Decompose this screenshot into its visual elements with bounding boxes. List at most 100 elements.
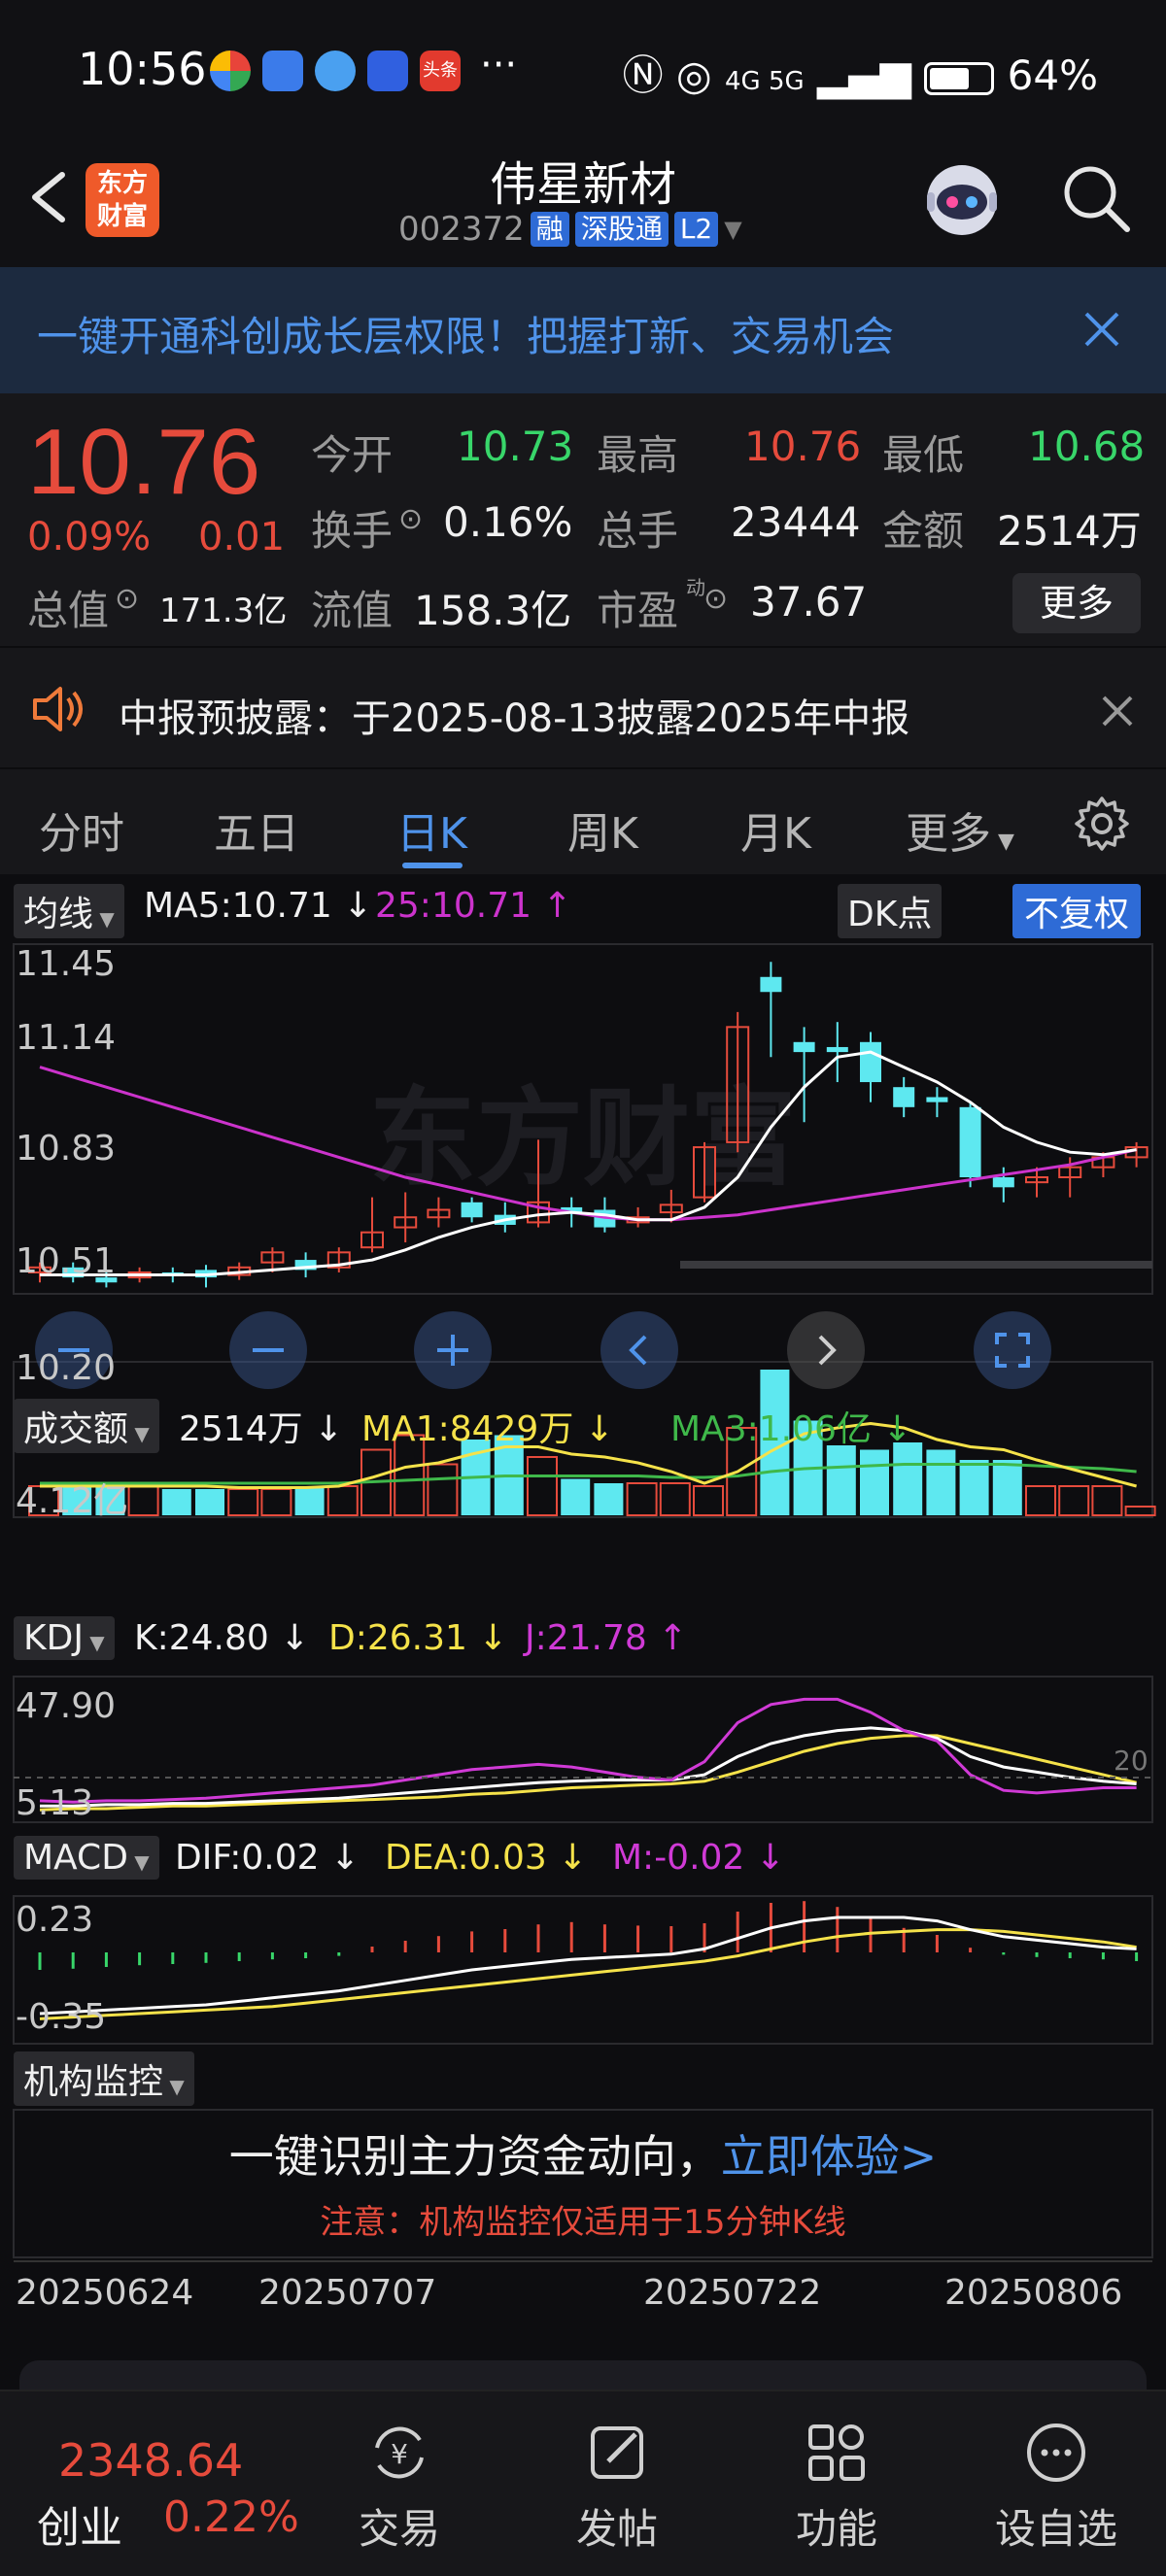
dk-point-button[interactable]: DK点	[838, 884, 943, 938]
stock-code-row[interactable]: 002372 融 深股通 L2 ▼	[398, 210, 742, 249]
tab-monthly-k[interactable]: 月K	[740, 798, 811, 861]
volume-bar	[693, 1485, 724, 1516]
macd-dif-legend: DIF:0.02 ↓	[175, 1838, 360, 1878]
nav-label: 发帖	[575, 2505, 658, 2553]
macd-tick: 0.23	[16, 1900, 94, 1940]
volume-bar	[594, 1483, 624, 1515]
nav-trade[interactable]: ¥ 交易	[326, 2419, 472, 2556]
open-label: 今开	[311, 431, 394, 479]
level2-tag: L2	[673, 212, 719, 247]
trade-icon: ¥	[375, 2426, 424, 2479]
no-adjust-button[interactable]: 不复权	[1012, 884, 1142, 938]
edit-icon	[591, 2426, 643, 2479]
price-tick: 10.20	[16, 1348, 117, 1388]
margin-tag: 融	[530, 212, 569, 247]
index-name[interactable]: 创业	[37, 2492, 122, 2555]
scroll-right-button[interactable]	[787, 1311, 865, 1389]
kdj-reference-label: 20	[1114, 1745, 1149, 1777]
nav-label: 交易	[358, 2505, 440, 2553]
zoom-out-button[interactable]	[229, 1311, 307, 1389]
app-notification-icon	[262, 51, 303, 91]
tab-daily-k[interactable]: 日K	[396, 798, 467, 861]
candle-body	[926, 1097, 948, 1102]
price-tick: 10.51	[16, 1241, 117, 1281]
more-notifications-icon: ···	[480, 43, 518, 87]
kdj-k-legend: K:24.80 ↓	[134, 1618, 310, 1658]
period-tabs: 分时 五日 日K 周K 月K 更多 ▼	[0, 767, 1166, 874]
try-now-link[interactable]: 立即体验>	[721, 2130, 938, 2183]
volume-value: 23444	[731, 498, 861, 546]
nfc-icon: Ⓝ	[622, 51, 664, 99]
tab-five-day[interactable]: 五日	[214, 798, 299, 861]
turnover-label: 换手	[311, 507, 394, 555]
monitor-indicator-select[interactable]: 机构监控 ▼	[14, 2051, 194, 2106]
stock-code: 002372	[398, 210, 525, 249]
pe-dynamic-mark: 动	[686, 576, 705, 599]
close-icon[interactable]	[1079, 306, 1125, 353]
nav-label: 设自选	[994, 2505, 1117, 2553]
info-icon[interactable]: ⊙	[703, 582, 728, 616]
date-tick: 20250707	[258, 2273, 437, 2313]
volume-bar	[893, 1442, 923, 1515]
speaker-icon	[29, 685, 84, 733]
pe-label: 市盈	[597, 587, 679, 634]
volume-bar	[561, 1478, 591, 1515]
status-right: Ⓝ ◎ 4G 5G ▂▄▆ 64%	[623, 43, 1098, 102]
volume-bar	[860, 1449, 889, 1515]
close-icon[interactable]	[1098, 692, 1137, 730]
volume-legend: 2514万 ↓	[179, 1409, 344, 1449]
promo-banner[interactable]: 一键开通科创成长层权限！把握打新、交易机会	[0, 267, 1166, 393]
search-icon[interactable]	[1059, 161, 1133, 235]
change-value: 0.01	[198, 515, 286, 559]
index-change-pct[interactable]: 0.22%	[163, 2492, 299, 2542]
svg-text:¥: ¥	[391, 2438, 408, 2470]
volume-bar	[227, 1488, 259, 1516]
macd-dea-legend: DEA:0.03 ↓	[385, 1838, 588, 1878]
volume-bar	[826, 1445, 856, 1515]
promo-text: 一键开通科创成长层权限！把握打新、交易机会	[37, 313, 895, 360]
network-label: 4G 5G	[725, 67, 805, 96]
index-value[interactable]: 2348.64	[58, 2434, 243, 2487]
quote-panel: 10.76 0.09% 0.01 今开 10.73 最高 10.76 最低 10…	[0, 393, 1166, 646]
ma-indicator-select[interactable]: 均线 ▼	[14, 884, 124, 938]
kline-chart-area[interactable]: 东方财富 均线 ▼ MA5:10.71 ↓ 25:10.71 ↑ DK点 不复权…	[0, 874, 1166, 2399]
float-value: 158.3亿	[414, 587, 572, 634]
disclosure-notice[interactable]: 中报预披露：于2025-08-13披露2025年中报	[0, 646, 1166, 767]
status-bar: 10:56 头条 ··· Ⓝ ◎ 4G 5G ▂▄▆ 64%	[0, 0, 1166, 146]
mktcap-label: 总值	[27, 587, 110, 634]
ma5-legend: MA5:10.71 ↓	[144, 886, 373, 926]
kdj-indicator-select[interactable]: KDJ ▼	[14, 1616, 115, 1660]
more-button[interactable]: 更多	[1012, 573, 1141, 633]
zoom-in-button[interactable]	[414, 1311, 492, 1389]
volume-bar	[626, 1482, 658, 1516]
nav-post[interactable]: 发帖	[544, 2419, 690, 2556]
volume-bar	[992, 1460, 1022, 1515]
tab-weekly-k[interactable]: 周K	[567, 798, 638, 861]
candle-body	[959, 1106, 981, 1177]
macd-indicator-select[interactable]: MACD ▼	[14, 1836, 159, 1880]
nav-add-watchlist[interactable]: 设自选	[983, 2419, 1129, 2556]
volume-bar	[195, 1489, 224, 1515]
app-notification-icon	[210, 51, 251, 91]
candle-body	[826, 1046, 848, 1053]
scroll-left-button[interactable]	[600, 1311, 678, 1389]
candle-body	[461, 1202, 483, 1218]
volume-indicator-select[interactable]: 成交额 ▼	[14, 1399, 159, 1453]
info-icon[interactable]: ⊙	[115, 582, 139, 616]
monitor-note: 注意：机构监控仅适用于15分钟K线	[320, 2203, 846, 2242]
gear-icon[interactable]	[1073, 795, 1131, 853]
tab-intraday[interactable]: 分时	[39, 798, 124, 861]
robot-assistant-icon[interactable]	[917, 153, 1007, 243]
tab-more[interactable]: 更多 ▼	[906, 798, 1014, 861]
battery-icon	[924, 61, 995, 95]
bottom-navigation: 2348.64 创业 0.22% ¥ 交易 发帖 功能 设自选	[0, 2390, 1166, 2576]
fullscreen-button[interactable]	[974, 1311, 1051, 1389]
mktcap-value: 171.3亿	[159, 592, 288, 630]
volume-bar	[1058, 1485, 1090, 1516]
info-icon[interactable]: ⊙	[398, 502, 423, 536]
monitor-promo[interactable]: 一键识别主力资金动向，立即体验>	[0, 2121, 1166, 2186]
nav-functions[interactable]: 功能	[764, 2419, 909, 2556]
date-tick: 20250624	[16, 2273, 194, 2313]
price-tick: 10.83	[16, 1129, 117, 1169]
baidu-notification-icon	[367, 51, 408, 91]
